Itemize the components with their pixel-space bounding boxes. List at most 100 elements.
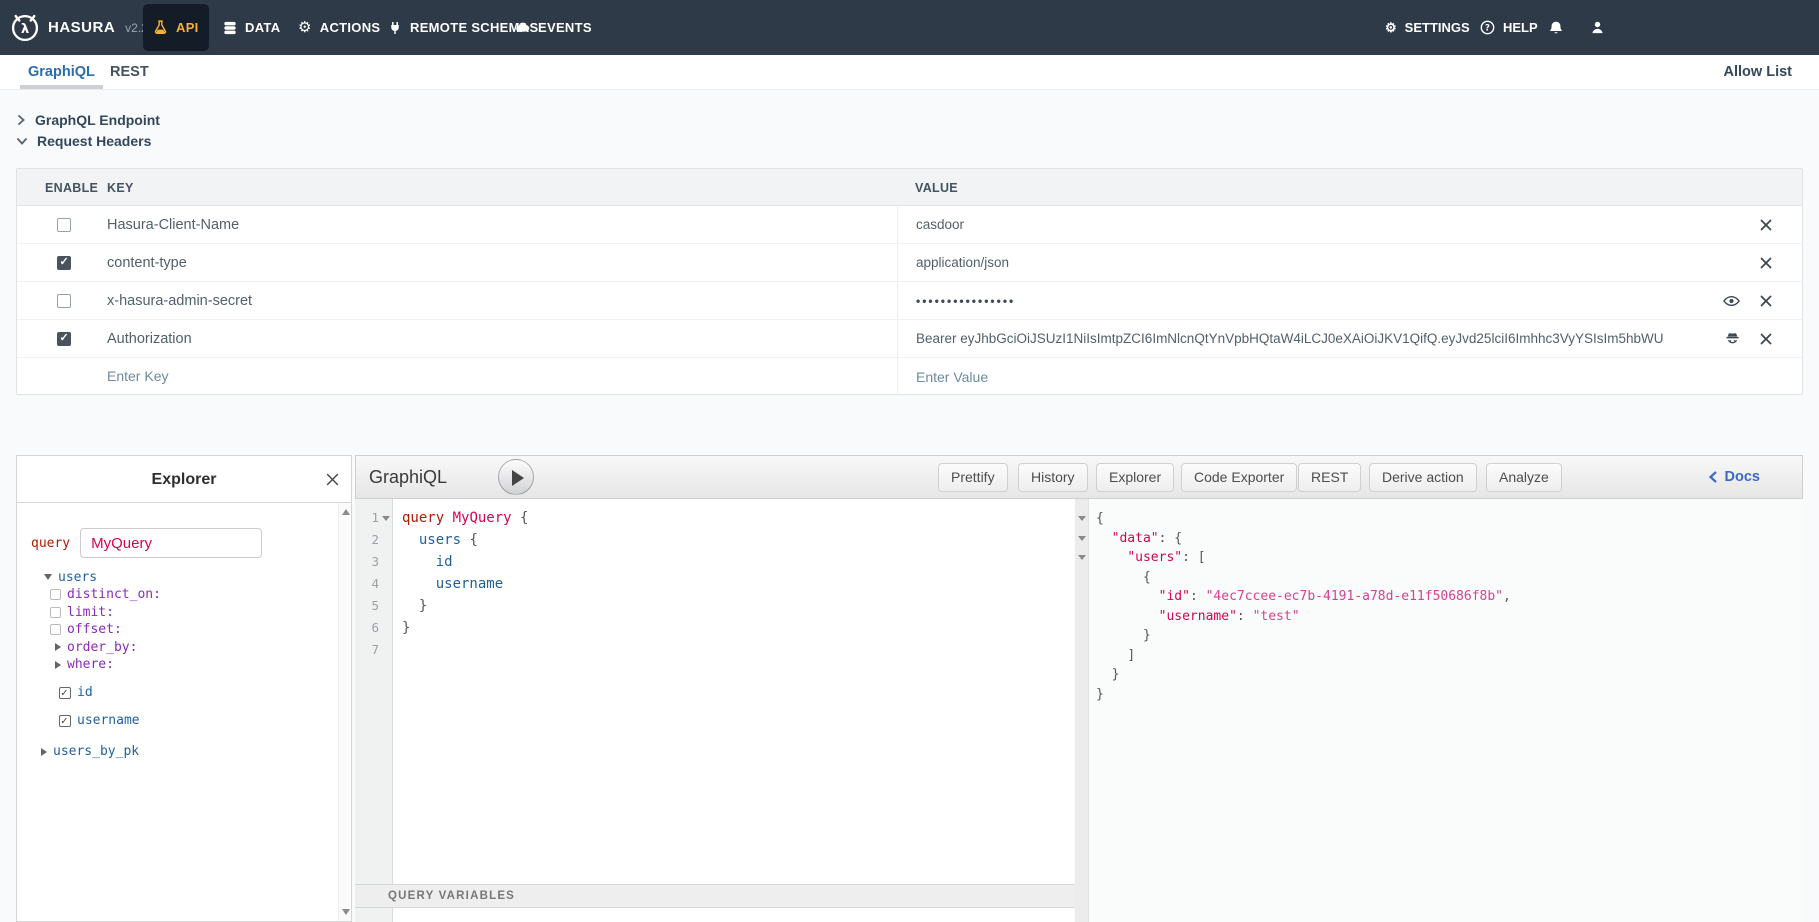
table-body bbox=[17, 206, 1802, 396]
new-header-value-input[interactable] bbox=[916, 370, 1716, 385]
fold-arrow-icon[interactable] bbox=[1078, 516, 1086, 521]
hasura-brand[interactable]: λ HASURA v2.22.0 bbox=[10, 0, 165, 55]
tree-arg-limit-[interactable]: limit: bbox=[17, 604, 335, 622]
play-icon bbox=[512, 470, 524, 486]
response-json: { "data": { "users": [ { "id": "4ec7ccee… bbox=[1096, 509, 1803, 704]
derive-action-button[interactable]: Derive action bbox=[1369, 463, 1477, 492]
user-button[interactable] bbox=[1590, 0, 1605, 55]
field-checkbox[interactable] bbox=[59, 687, 71, 699]
nav-item-label: DATA bbox=[245, 20, 280, 35]
nav-item-events[interactable]: EVENTS bbox=[505, 4, 602, 51]
header-value-input[interactable] bbox=[916, 255, 1716, 270]
analyze-button[interactable]: Analyze bbox=[1486, 463, 1562, 492]
nav-item-label: EVENTS bbox=[538, 20, 592, 35]
header-enabled-checkbox[interactable] bbox=[57, 218, 71, 232]
nav-item-data[interactable]: DATA bbox=[213, 4, 290, 51]
header-value-input[interactable] bbox=[916, 294, 1716, 308]
line-number: 7 bbox=[355, 639, 379, 661]
response-line: "users": [ bbox=[1096, 548, 1803, 568]
header-value-cell bbox=[897, 206, 1802, 243]
response-gutter-row bbox=[1075, 568, 1089, 588]
response-gutter-row bbox=[1075, 665, 1089, 685]
editor-line: 4 username bbox=[355, 573, 1075, 595]
header-enabled-checkbox[interactable] bbox=[57, 332, 71, 346]
fold-gutter bbox=[379, 617, 393, 639]
nav-item-label: HELP bbox=[1503, 20, 1538, 35]
line-number: 6 bbox=[355, 617, 379, 639]
history-button[interactable]: History bbox=[1018, 463, 1088, 492]
query-editor[interactable]: 1query MyQuery {2 users {3 id4 username5… bbox=[355, 499, 1075, 922]
arg-checkbox[interactable] bbox=[50, 607, 61, 618]
tree-field-id[interactable]: id bbox=[17, 684, 335, 702]
header-value-input[interactable] bbox=[916, 217, 1716, 232]
tree-label: distinct_on: bbox=[67, 587, 161, 602]
field-checkbox[interactable] bbox=[59, 715, 71, 727]
response-gutter-row bbox=[1075, 548, 1089, 568]
bell-button[interactable] bbox=[1548, 0, 1564, 55]
remove-header-icon[interactable] bbox=[1760, 333, 1772, 345]
editor-line: 1query MyQuery { bbox=[355, 507, 1075, 529]
tree-arg-order-by-[interactable]: order_by: bbox=[17, 639, 335, 657]
tree-arg-where-[interactable]: where: bbox=[17, 656, 335, 674]
scroll-up-icon[interactable] bbox=[342, 509, 350, 515]
new-header-value-cell bbox=[897, 358, 1802, 396]
explorer-title: Explorer bbox=[17, 456, 351, 503]
docs-button[interactable]: Docs bbox=[1708, 456, 1760, 498]
response-line: "id": "4ec7ccee-ec7b-4191-a78d-e11f50686… bbox=[1096, 587, 1803, 607]
tab-graphiql[interactable]: GraphiQL bbox=[28, 55, 95, 89]
tree-node-users[interactable]: users bbox=[17, 568, 335, 586]
remove-header-icon[interactable] bbox=[1760, 257, 1772, 269]
explorer-button[interactable]: Explorer bbox=[1096, 463, 1174, 492]
remove-header-icon[interactable] bbox=[1760, 295, 1772, 307]
allow-list-link[interactable]: Allow List bbox=[1724, 55, 1792, 89]
chevron-left-icon bbox=[1708, 471, 1718, 483]
arg-checkbox[interactable] bbox=[50, 624, 61, 635]
response-gutter-row bbox=[1075, 509, 1089, 529]
header-enabled-checkbox[interactable] bbox=[57, 256, 71, 270]
editor-line: 6} bbox=[355, 617, 1075, 639]
header-key-input[interactable] bbox=[107, 217, 807, 233]
header-key-input[interactable] bbox=[107, 331, 807, 347]
explorer-close-icon[interactable] bbox=[321, 468, 343, 490]
nav-item-actions[interactable]: ⚙ACTIONS bbox=[288, 4, 390, 51]
prettify-button[interactable]: Prettify bbox=[938, 463, 1008, 492]
tab-rest[interactable]: REST bbox=[110, 55, 149, 89]
rest-button[interactable]: REST bbox=[1298, 463, 1361, 492]
tree-arg-offset-[interactable]: offset: bbox=[17, 621, 335, 639]
code-exporter-button[interactable]: Code Exporter bbox=[1181, 463, 1297, 492]
fold-arrow-icon[interactable] bbox=[1078, 555, 1086, 560]
decode-jwt-icon[interactable] bbox=[1725, 331, 1740, 346]
header-key-input[interactable] bbox=[107, 293, 807, 309]
nav-item-api[interactable]: API bbox=[143, 4, 209, 51]
tree-field-username[interactable]: username bbox=[17, 712, 335, 730]
nav-item-help[interactable]: ? HELP bbox=[1480, 0, 1538, 55]
response-line: { bbox=[1096, 509, 1803, 529]
response-pane: { "data": { "users": [ { "id": "4ec7ccee… bbox=[1075, 499, 1803, 922]
gears-icon: ⚙ bbox=[298, 20, 312, 35]
explorer-scrollbar[interactable] bbox=[338, 503, 351, 921]
execute-query-button[interactable] bbox=[498, 459, 534, 495]
section-graphql-endpoint[interactable]: GraphQL Endpoint bbox=[16, 109, 160, 131]
section-request-headers[interactable]: Request Headers bbox=[16, 130, 151, 152]
remove-header-icon[interactable] bbox=[1760, 219, 1772, 231]
nav-item-settings[interactable]: ⚙SETTINGS bbox=[1385, 0, 1470, 55]
header-enabled-checkbox[interactable] bbox=[57, 294, 71, 308]
active-tab-underline bbox=[20, 85, 103, 89]
code-text: username bbox=[393, 573, 503, 595]
expanded-arrow-icon bbox=[44, 574, 52, 580]
tree-label: order_by: bbox=[67, 640, 137, 655]
fold-arrow-icon[interactable] bbox=[382, 516, 390, 521]
tree-arg-distinct-on-[interactable]: distinct_on: bbox=[17, 586, 335, 604]
header-value-cell bbox=[897, 244, 1802, 281]
scroll-down-icon[interactable] bbox=[342, 909, 350, 915]
svg-text:?: ? bbox=[1485, 23, 1490, 33]
header-value-input[interactable] bbox=[916, 331, 1716, 346]
header-key-input[interactable] bbox=[107, 255, 807, 271]
tree-node-users-by-pk[interactable]: users_by_pk bbox=[17, 743, 335, 761]
fold-arrow-icon[interactable] bbox=[1078, 536, 1086, 541]
arg-checkbox[interactable] bbox=[50, 589, 61, 600]
new-header-key-input[interactable] bbox=[107, 369, 807, 385]
reveal-secret-eye-icon[interactable] bbox=[1723, 295, 1740, 307]
query-name-input[interactable] bbox=[80, 528, 262, 558]
query-variables-bar[interactable]: QUERY VARIABLES bbox=[355, 884, 1075, 908]
